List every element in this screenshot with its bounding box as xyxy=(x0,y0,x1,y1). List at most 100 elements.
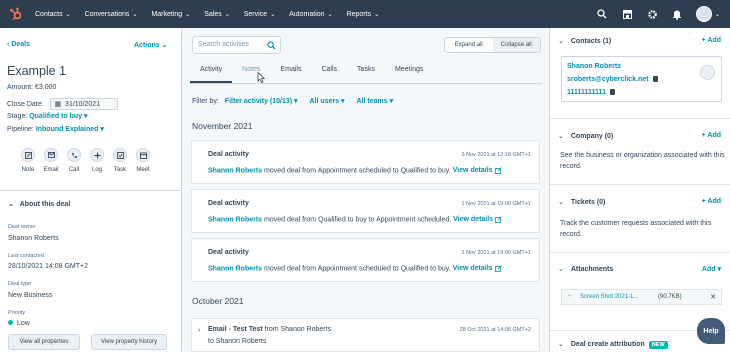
add-contact-button[interactable]: + Add xyxy=(702,37,721,44)
contact-link[interactable]: Shanon Roberts xyxy=(208,216,262,223)
filter-activity-dropdown[interactable]: Filter activity (10/13) ▾ xyxy=(225,98,298,105)
add-ticket-button[interactable]: + Add xyxy=(702,198,721,205)
close-date-field[interactable]: ▦ 31/10/2021 xyxy=(49,98,118,110)
contact-card[interactable]: Shanon Roberts sroberts@cyberclick.net 1… xyxy=(561,56,722,102)
search-button[interactable] xyxy=(262,37,280,53)
divider xyxy=(0,190,182,191)
note-icon xyxy=(24,151,32,159)
tickets-section-toggle[interactable]: ⌄ Tickets (0) xyxy=(558,198,605,206)
call-button[interactable]: Call xyxy=(66,148,82,173)
nav-service[interactable]: Service ⌄ xyxy=(244,11,275,18)
remove-attachment-icon[interactable]: ✕ xyxy=(710,293,716,301)
account-menu[interactable]: ⌄ xyxy=(695,6,720,22)
divider xyxy=(550,184,730,185)
phone-icon xyxy=(71,152,77,158)
tab-activity[interactable]: Activity xyxy=(190,65,233,83)
quick-actions: Note Email Call Log Task Meet xyxy=(20,148,151,173)
activity-card[interactable]: Deal activity 1 Nov 2021 at 19:00 GMT+1 … xyxy=(191,189,540,233)
new-badge: NEW xyxy=(648,341,668,349)
view-details-link[interactable]: View details xyxy=(453,167,502,174)
collapse-all-button[interactable]: Collapse all xyxy=(492,38,540,52)
calendar-icon xyxy=(139,152,147,159)
hubspot-logo-icon[interactable] xyxy=(9,7,23,21)
email-activity-card[interactable]: › Email - Test Test from Shanon Roberts … xyxy=(191,318,540,352)
expand-all-button[interactable]: Expand all xyxy=(445,38,493,52)
view-property-history-button[interactable]: View property history xyxy=(91,334,167,350)
meet-button[interactable]: Meet xyxy=(135,148,151,173)
activity-card[interactable]: Deal activity 3 Nov 2021 at 12:18 GMT+1 … xyxy=(191,140,540,184)
attachments-section-toggle[interactable]: ⌄ Attachments xyxy=(558,265,613,273)
contact-link[interactable]: Shanon Roberts xyxy=(208,167,262,174)
note-button[interactable]: Note xyxy=(20,148,36,173)
avatar xyxy=(695,6,712,22)
filter-bar: Filter by: Filter activity (10/13) ▾ All… xyxy=(192,98,394,105)
tab-tasks[interactable]: Tasks xyxy=(347,65,385,83)
back-to-deals-link[interactable]: ‹ Deals xyxy=(7,41,30,48)
search-activities-input[interactable]: Search activities xyxy=(192,36,281,54)
search-icon[interactable] xyxy=(596,8,609,21)
deal-title: Example 1 xyxy=(7,64,67,78)
chevron-down-icon: ⌄ xyxy=(558,133,564,140)
contact-name-link[interactable]: Shanon Roberts xyxy=(567,63,621,70)
nav-conversations[interactable]: Conversations ⌄ xyxy=(85,11,138,18)
chevron-down-icon: ⌄ xyxy=(270,11,276,18)
tab-emails[interactable]: Emails xyxy=(270,65,311,83)
log-button[interactable]: Log xyxy=(89,148,105,173)
actions-dropdown[interactable]: Actions ⌄ xyxy=(134,41,168,49)
contact-email-link[interactable]: sroberts@cyberclick.net xyxy=(567,76,658,83)
chevron-down-icon: ⌄ xyxy=(558,266,564,273)
contact-link[interactable]: Shanon Roberts xyxy=(208,265,262,272)
notification-bell-icon[interactable] xyxy=(671,8,684,21)
attachment-link[interactable]: Screen Shot 2021-1... xyxy=(580,294,638,300)
attachment-item[interactable]: ⌐ Screen Shot 2021-1... (90.7KB) ✕ xyxy=(561,289,722,305)
last-contacted-value[interactable]: 28/10/2021 14:08 GMT+2 xyxy=(8,263,88,270)
property-buttons: View all properties View property histor… xyxy=(8,334,167,350)
view-all-properties-button[interactable]: View all properties xyxy=(8,334,80,350)
help-button[interactable]: Help xyxy=(697,318,725,344)
copy-icon[interactable] xyxy=(652,76,658,83)
add-company-button[interactable]: + Add xyxy=(702,132,721,139)
chevron-down-icon: ⌄ xyxy=(132,11,138,18)
deal-owner-value[interactable]: Shanon Roberts xyxy=(8,235,59,242)
contacts-section-toggle[interactable]: ⌄ Contacts (1) xyxy=(558,37,611,45)
about-section-toggle[interactable]: ⌄ About this deal xyxy=(8,200,70,208)
gear-icon[interactable] xyxy=(646,8,659,21)
tab-meetings[interactable]: Meetings xyxy=(385,65,433,83)
plus-icon xyxy=(94,152,100,158)
chevron-down-icon: ⌄ xyxy=(185,11,191,18)
nav-marketing[interactable]: Marketing ⌄ xyxy=(151,11,190,18)
copy-icon[interactable] xyxy=(609,89,615,96)
external-link-icon xyxy=(494,265,502,272)
deal-owner-label: Deal owner xyxy=(8,224,36,230)
chevron-right-icon[interactable]: › xyxy=(198,327,200,334)
chevron-down-icon: ⌄ xyxy=(558,38,564,45)
chevron-down-icon: ⌄ xyxy=(161,42,168,49)
filter-users-dropdown[interactable]: All users ▾ xyxy=(310,98,345,105)
associations-sidebar: ⌄ Contacts (1) + Add Shanon Roberts srobe… xyxy=(549,28,730,352)
marketplace-icon[interactable] xyxy=(621,8,634,21)
contact-phone-link[interactable]: 11111111111 xyxy=(567,89,615,96)
deal-type-value[interactable]: New Business xyxy=(8,292,52,299)
external-link-icon xyxy=(495,216,502,223)
email-button[interactable]: Email xyxy=(43,148,59,173)
priority-value[interactable]: Low xyxy=(8,320,30,327)
attribution-section-toggle[interactable]: ⌄ Deal create attribution NEW xyxy=(558,340,668,349)
task-button[interactable]: Task xyxy=(112,148,128,173)
company-section-toggle[interactable]: ⌄ Company (0) xyxy=(558,132,613,140)
nav-sales[interactable]: Sales ⌄ xyxy=(204,11,230,18)
activity-card[interactable]: Deal activity 1 Nov 2021 at 19:00 GMT+1 … xyxy=(191,238,540,282)
chevron-down-icon: ⌄ xyxy=(65,11,71,18)
view-details-link[interactable]: View details xyxy=(453,216,502,223)
nav-contacts[interactable]: Contacts ⌄ xyxy=(35,11,71,18)
chevron-down-icon: ⌄ xyxy=(8,201,14,208)
stage-dropdown[interactable]: Qualified to buy ▾ xyxy=(29,113,87,120)
nav-reports[interactable]: Reports ⌄ xyxy=(347,11,380,18)
last-contacted-label: Last contacted xyxy=(8,253,44,259)
nav-automation[interactable]: Automation ⌄ xyxy=(289,11,332,18)
view-details-link[interactable]: View details xyxy=(453,265,502,272)
filter-teams-dropdown[interactable]: All teams ▾ xyxy=(357,98,394,105)
add-attachment-dropdown[interactable]: Add ▾ xyxy=(702,265,721,273)
pipeline-dropdown[interactable]: Inbound Explained ▾ xyxy=(36,126,104,133)
tab-calls[interactable]: Calls xyxy=(311,65,347,83)
chevron-down-icon: ⌄ xyxy=(558,341,564,348)
